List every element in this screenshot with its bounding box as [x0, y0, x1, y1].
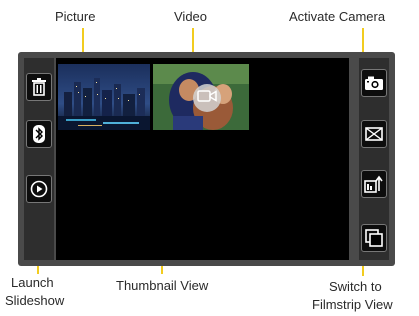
- video-badge: [193, 84, 221, 112]
- share-button[interactable]: [361, 170, 387, 198]
- picture-thumbnail[interactable]: [58, 64, 150, 130]
- play-slideshow-icon: [30, 180, 48, 198]
- callout-switch-filmstrip-line1: Switch to: [329, 279, 382, 294]
- callout-thumbnail-view: Thumbnail View: [116, 278, 209, 293]
- switch-filmstrip-button[interactable]: [361, 224, 387, 252]
- thumbnail-view: [56, 58, 349, 260]
- callout-activate-camera: Activate Camera: [289, 9, 386, 24]
- bluetooth-icon: [32, 125, 46, 143]
- callout-switch-filmstrip-line2: Filmstrip View: [312, 297, 393, 312]
- callout-picture: Picture: [55, 9, 96, 24]
- launch-slideshow-button[interactable]: [26, 175, 52, 203]
- mail-icon: [365, 127, 383, 141]
- camera-icon: [364, 75, 384, 91]
- trash-icon: [31, 78, 47, 96]
- bluetooth-button[interactable]: [26, 120, 52, 148]
- video-camera-icon: [197, 89, 217, 108]
- device-frame: [18, 52, 395, 266]
- callout-video: Video: [174, 9, 208, 24]
- activate-camera-button[interactable]: [361, 69, 387, 97]
- delete-button[interactable]: [26, 73, 52, 101]
- right-toolbar: [359, 58, 389, 260]
- message-button[interactable]: [361, 120, 387, 148]
- left-toolbar: [24, 58, 54, 260]
- filmstrip-view-icon: [365, 229, 383, 247]
- callout-launch-slideshow-line1: Launch: [11, 275, 54, 290]
- share-icon: [364, 175, 384, 193]
- callout-launch-slideshow-line2: Slideshow: [5, 293, 65, 308]
- video-thumbnail[interactable]: [153, 64, 249, 130]
